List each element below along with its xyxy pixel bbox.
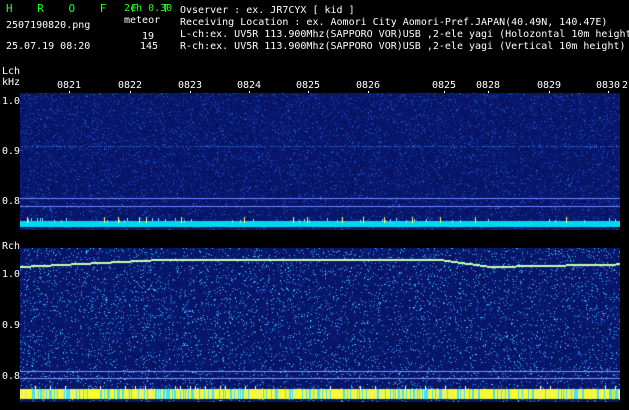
- lch-info-line: L-ch:ex. UV5R 113.900Mhz(SAPPORO VOR)USB…: [180, 29, 629, 40]
- lch-label: Lch: [2, 66, 21, 77]
- time-tick: 0824: [237, 80, 262, 91]
- lch-tick-0-9: 0.9: [2, 146, 21, 157]
- time-tick: 0823: [178, 80, 203, 91]
- rch-info-line: R-ch:ex. UV5R 113.900Mhz(SAPPORO VOR)USB…: [180, 41, 626, 52]
- rch-label: Rch: [2, 241, 21, 252]
- mode-label: 2ch 0.30: [124, 3, 173, 14]
- observer-line: Ovserver : ex. JR7CYX [ kid ]: [180, 5, 355, 16]
- time-tick: 0830: [596, 80, 621, 91]
- time-tick: 0821: [57, 80, 82, 91]
- time-tick: 0825: [432, 80, 457, 91]
- time-tick: 0828: [476, 80, 501, 91]
- lch-tick-0-8: 0.8: [2, 196, 21, 207]
- location-line: Receiving Location : ex. Aomori City Aom…: [180, 17, 608, 28]
- lch-unit: kHz: [2, 77, 21, 88]
- rch-tick-0-8: 0.8: [2, 371, 21, 382]
- lch-tick-1-0: 1.0: [2, 96, 21, 107]
- time-tick: 0829: [537, 80, 562, 91]
- rch-count: 145: [140, 41, 159, 52]
- time-tick: 0826: [356, 80, 381, 91]
- lch-spectrogram-canvas: [20, 93, 620, 230]
- time-tick: 2: [622, 80, 629, 91]
- rch-spectrogram: [20, 248, 620, 402]
- rch-tick-1-0: 1.0: [2, 269, 21, 280]
- mode-sub-label: meteor: [124, 15, 161, 26]
- rch-spectrogram-canvas: [20, 248, 620, 402]
- time-tick: 0825: [296, 80, 321, 91]
- file-name: 2507190820.png: [6, 20, 91, 31]
- rch-tick-0-9: 0.9: [2, 320, 21, 331]
- time-tick: 0822: [118, 80, 143, 91]
- file-datetime: 25.07.19 08:20: [6, 41, 91, 52]
- lch-spectrogram: [20, 93, 620, 230]
